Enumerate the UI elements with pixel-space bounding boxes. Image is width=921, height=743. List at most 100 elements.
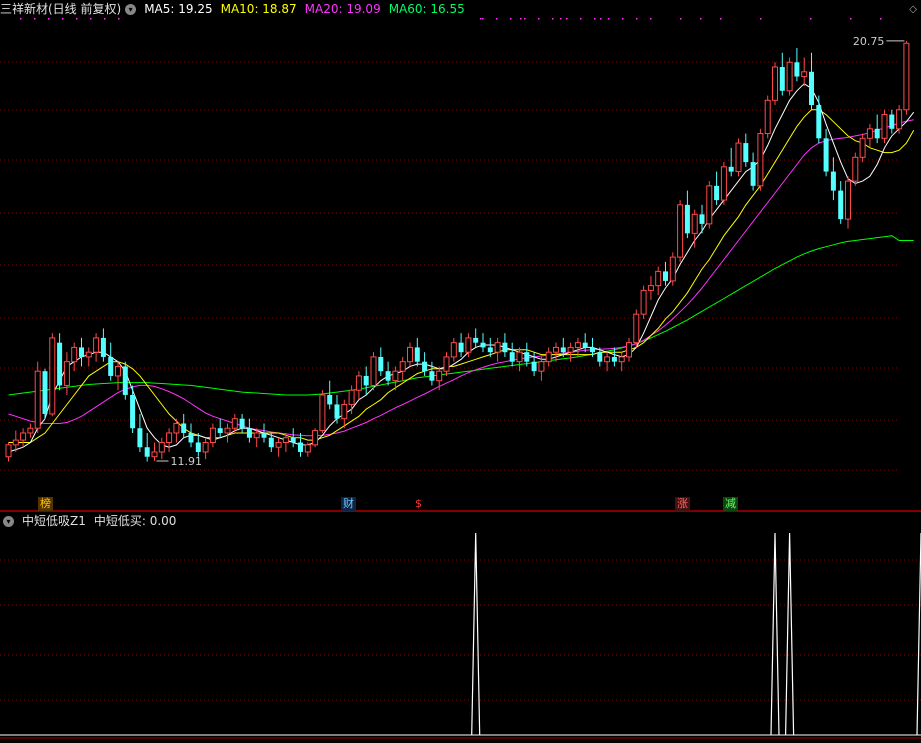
- candle-body-up: [436, 370, 443, 382]
- top-marker-dot: [118, 18, 120, 20]
- top-marker-dot: [20, 18, 22, 20]
- candle-body-up: [166, 432, 173, 443]
- candle-body-down: [57, 342, 63, 386]
- candle-body-up: [20, 432, 27, 441]
- candlestick-chart: 20.75 11.91: [0, 18, 921, 739]
- candle-body-up: [370, 356, 377, 386]
- candle-body-down: [830, 171, 836, 191]
- candle-body-down: [42, 371, 48, 414]
- candle-body-up: [392, 370, 399, 382]
- top-marker-dot: [650, 18, 652, 20]
- candle-body-down: [473, 337, 479, 343]
- candle-body-up: [399, 361, 406, 372]
- top-marker-dot: [560, 18, 562, 20]
- candle-body-down: [743, 143, 749, 163]
- candle-body-up: [407, 346, 413, 363]
- candle-body-down: [261, 432, 267, 438]
- event-tag-jian[interactable]: 减: [723, 497, 738, 511]
- candle-body-up: [158, 441, 165, 453]
- top-marker-dot: [608, 18, 610, 20]
- candle-body-down: [794, 62, 800, 77]
- top-marker-dot: [580, 18, 582, 20]
- candle-body-up: [538, 361, 545, 372]
- candle-body-down: [582, 342, 588, 348]
- top-marker-dot: [622, 18, 624, 20]
- candle-body-down: [246, 428, 252, 438]
- top-marker-dot: [680, 18, 682, 20]
- candle-body-down: [363, 375, 369, 386]
- top-marker-dot: [720, 18, 722, 20]
- candle-body-down: [108, 356, 114, 376]
- event-tag-cai[interactable]: 财: [341, 497, 356, 511]
- candle-body-up: [85, 351, 92, 358]
- candle-body-up: [604, 356, 611, 363]
- candle-body-down: [334, 404, 340, 419]
- candle-body-up: [71, 346, 78, 363]
- candle-body-up: [574, 342, 581, 348]
- top-marker-dot: [810, 18, 812, 20]
- stock-title: 三祥新材(日线 前复权): [0, 2, 122, 16]
- top-marker-dot: [594, 18, 596, 20]
- top-marker-dot: [48, 18, 50, 20]
- candle-body-up: [319, 394, 326, 432]
- top-marker-dot: [636, 18, 638, 20]
- candle-body-down: [509, 352, 515, 362]
- candle-body-down: [188, 432, 194, 443]
- candle-body-down: [144, 447, 150, 457]
- candle-body-up: [720, 166, 727, 201]
- candle-body-down: [429, 371, 435, 381]
- candle-body-up: [355, 375, 362, 391]
- candle-body-up: [655, 270, 662, 287]
- candle-body-up: [801, 71, 808, 78]
- candle-body-down: [684, 204, 690, 234]
- candle-body-down: [239, 418, 245, 429]
- candle-body-up: [253, 432, 260, 439]
- candle-body-up: [465, 337, 472, 353]
- candle-body-up: [553, 346, 559, 353]
- candle-body-up: [34, 370, 41, 429]
- candle-body-up: [93, 337, 100, 353]
- candle-body-down: [122, 366, 128, 395]
- top-marker-dot: [700, 18, 702, 20]
- event-tag-dollar[interactable]: $: [413, 497, 424, 511]
- candle-body-up: [27, 427, 34, 434]
- corner-diamond-icon[interactable]: ◇: [909, 4, 917, 15]
- candle-body-down: [100, 337, 106, 357]
- candle-body-up: [275, 441, 282, 448]
- candle-body-down: [531, 361, 537, 372]
- candle-body-up: [903, 42, 910, 111]
- top-marker-dot: [760, 18, 762, 20]
- top-marker-dot: [538, 18, 540, 20]
- candle-body-up: [633, 313, 640, 344]
- top-marker-dot: [850, 18, 852, 20]
- top-marker-dot: [90, 18, 92, 20]
- top-marker-dot: [76, 18, 78, 20]
- ma60-label: MA60: 16.55: [388, 2, 465, 16]
- candle-body-down: [137, 428, 143, 448]
- top-marker-dot: [34, 18, 36, 20]
- high-price-label: 20.75: [853, 35, 885, 48]
- candle-body-down: [195, 442, 201, 452]
- candle-body-down: [728, 166, 734, 172]
- indicator-dropdown-icon[interactable]: ▾: [3, 516, 14, 527]
- candle-body-up: [845, 180, 851, 220]
- signal-spike: [916, 532, 921, 736]
- candle-body-up: [12, 439, 19, 446]
- candle-body-up: [494, 342, 501, 353]
- event-tag-bang[interactable]: 榜: [38, 497, 53, 511]
- indicator-title: 中短低吸Z1: [22, 514, 86, 528]
- candle-body-up: [304, 444, 311, 453]
- ma20-line: [8, 119, 914, 437]
- dropdown-icon[interactable]: ▾: [125, 4, 137, 15]
- candle-body-up: [866, 128, 873, 139]
- candle-body-up: [5, 444, 12, 458]
- candle-body-down: [502, 342, 508, 353]
- chart-stage: 20.75 11.91 三祥新材(日线 前复权) ▾ MA5: 19.25 MA10: …: [0, 0, 921, 740]
- ma10-label: MA10: 18.87: [220, 2, 297, 16]
- candle-body-down: [181, 423, 187, 433]
- signal-spike: [770, 532, 780, 736]
- candle-body-down: [290, 437, 296, 443]
- event-tag-zhang[interactable]: 涨: [675, 497, 690, 511]
- candle-body-down: [889, 114, 895, 129]
- candle-body-down: [79, 347, 84, 357]
